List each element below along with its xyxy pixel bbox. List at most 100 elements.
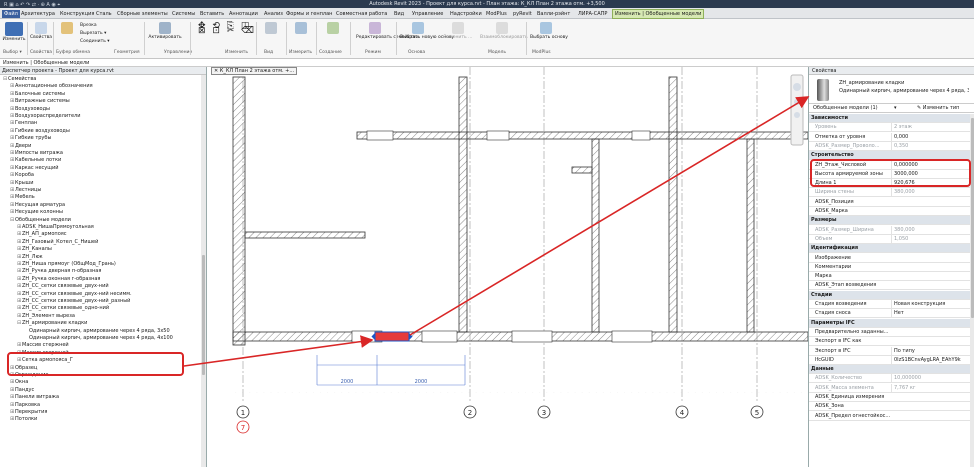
drawing-area[interactable]: 2000 2000 1 2 3 4 5 7	[207, 67, 808, 467]
property-row[interactable]: Предварительно заданны...	[809, 328, 970, 337]
property-row[interactable]: Стадия сносаНет	[809, 309, 970, 318]
tree-item[interactable]: ⊞Воздухораспределители	[10, 113, 81, 120]
tree-item[interactable]: ⊞Короба	[10, 172, 34, 179]
tab-architecture[interactable]: Архитектура	[19, 10, 57, 18]
tree-item[interactable]: ⊞ZH_СС_сетки связевые_двух-ний несимм.	[17, 291, 132, 298]
activate-button[interactable]: Активировать	[148, 22, 182, 40]
tree-item[interactable]: ⊟Обобщенные модели	[10, 217, 71, 224]
edit-family-button[interactable]: Редактировать семейство	[356, 22, 394, 40]
measure-button[interactable]	[290, 22, 312, 35]
tab-manage[interactable]: Управление	[410, 10, 445, 18]
tree-item[interactable]: ⊞Аннотационные обозначения	[10, 83, 93, 90]
tree-item[interactable]: ⊞ZH_Ручка дверная п-образная	[17, 268, 101, 275]
tree-item[interactable]: ⊞Панели витража	[10, 394, 59, 401]
property-row[interactable]: ADSK_Зона	[809, 402, 970, 411]
create-button[interactable]	[322, 22, 344, 35]
tree-item[interactable]: ⊞Двери	[10, 143, 31, 150]
tree-item[interactable]: ⊞Крыши	[10, 180, 34, 187]
property-value[interactable]: 2 этаж	[891, 123, 969, 132]
tree-item[interactable]: ⊞ZH_Газовый_Котел_С_Нишей	[17, 239, 98, 246]
tab-addins[interactable]: Надстройки	[448, 10, 484, 18]
property-row[interactable]: Марка	[809, 272, 970, 281]
floor-plan-canvas[interactable]: 2000 2000 1 2 3 4 5 7	[207, 67, 808, 467]
tab-modify-generic-models[interactable]: Изменить | Обобщенные модели	[612, 9, 704, 19]
property-row[interactable]: ADSK_Предел огнестойкос...	[809, 412, 970, 421]
tree-item[interactable]: ⊞Мебель	[10, 194, 35, 201]
tree-item[interactable]: ⊞Несущие колонны	[10, 209, 63, 216]
tab-view[interactable]: Вид	[392, 10, 406, 18]
tab-precast[interactable]: Сборные элементы	[115, 10, 170, 18]
pick-new-host-button[interactable]: Выбрать новую основу	[400, 22, 436, 40]
property-value[interactable]: 0,350	[891, 142, 969, 151]
selector-dropdown-icon[interactable]: ▾	[894, 105, 897, 111]
property-row[interactable]: IfcGUID0IzS1BCnvAygLRA_EAhY9k	[809, 356, 970, 365]
tree-item[interactable]: ⊞ZH_СС_сетки связевые_двух-ний	[17, 283, 109, 290]
property-row[interactable]: ADSK_Масса элемента7,767 кг	[809, 384, 970, 393]
property-category[interactable]: Данные	[809, 365, 970, 374]
property-category[interactable]: Размеры	[809, 216, 970, 225]
property-category[interactable]: Параметры IFC	[809, 319, 970, 328]
property-row[interactable]: Экспорт в IFC как	[809, 337, 970, 346]
join-button[interactable]: Соединить ▾	[80, 38, 130, 46]
modify-button[interactable]: Изменить	[2, 22, 26, 42]
selected-masonry-reinforcement[interactable]	[375, 332, 409, 341]
project-browser-scrollbar[interactable]	[201, 75, 206, 467]
group-select-label[interactable]: Выбор ▾	[3, 50, 22, 55]
tree-item[interactable]: Одинарный кирпич, армирование через 4 ря…	[24, 335, 173, 342]
tab-pyrevit[interactable]: pyRevit	[511, 10, 534, 18]
tree-item[interactable]: ⊞Потолки	[10, 416, 37, 423]
dimension-value-1[interactable]: 2000	[341, 379, 354, 385]
property-row[interactable]: ADSK_Марка	[809, 207, 970, 216]
view-tab[interactable]: ✕ К_КЛ План 2 этажа отм. +...	[211, 67, 297, 75]
property-category[interactable]: Стадии	[809, 291, 970, 300]
tree-item[interactable]: ⊞Воздуховоды	[10, 106, 50, 113]
family-name[interactable]: ZH_армирование кладки	[839, 80, 904, 86]
tree-item[interactable]: ⊞ZH_СС_сетки связевые_двух-ний_разный	[17, 298, 130, 305]
property-row[interactable]: Отметка от уровня0,000	[809, 133, 970, 142]
tree-item[interactable]: ⊞Балочные системы	[10, 91, 65, 98]
tree-item[interactable]: ⊞Несущая арматура	[10, 202, 65, 209]
tab-collaborate[interactable]: Совместная работа	[334, 10, 389, 18]
property-row[interactable]: ADSK_Этап возведения	[809, 281, 970, 290]
dimension-value-2[interactable]: 2000	[415, 379, 428, 385]
property-row[interactable]: ADSK_Размер_Ширина380,000	[809, 226, 970, 235]
property-row[interactable]: Стадия возведенияНовая конструкция	[809, 300, 970, 309]
property-row[interactable]: Комментарии	[809, 263, 970, 272]
property-category[interactable]: Зависимости	[809, 114, 970, 123]
tree-item[interactable]: ⊞Гибкие трубы	[10, 135, 51, 142]
modify-tools[interactable]: ✥ ⟲ ⎘ ◫⊠ ⊡ ✂ ⌫	[198, 24, 238, 34]
property-value[interactable]: По типу	[891, 347, 969, 356]
cut-button[interactable]: Врезка	[80, 22, 130, 30]
tree-item[interactable]: ⊞ZH_АП_армопояс	[17, 231, 67, 238]
select-host-button[interactable]: Выбрать основу	[530, 22, 562, 40]
tree-item[interactable]: ⊞Генплан	[10, 120, 37, 127]
property-row[interactable]: Изображение	[809, 254, 970, 263]
tree-item[interactable]: ⊞Массив стержней	[17, 342, 69, 349]
property-category[interactable]: Идентификация	[809, 244, 970, 253]
edit-type-button[interactable]: ✎ Изменить тип	[917, 105, 959, 111]
property-row[interactable]: Объем1,050	[809, 235, 970, 244]
tree-item[interactable]: ⊞Окна	[10, 379, 28, 386]
properties-button[interactable]: Свойства	[30, 22, 52, 40]
tree-item[interactable]: ⊞ZH_Ниша прямоуг (ОбщМод_Грань)	[17, 261, 116, 268]
property-row[interactable]: ADSK_Позиция	[809, 198, 970, 207]
tree-item[interactable]: ⊞ZH_СС_сетки связевые_одно-ний	[17, 305, 109, 312]
tab-structure[interactable]: Конструкция	[58, 10, 96, 18]
property-value[interactable]: 0,000	[891, 133, 969, 142]
tree-item[interactable]: ⊞ZH_Элемент выреза	[17, 313, 75, 320]
tab-valli[interactable]: Валли-рэйнт	[535, 10, 572, 18]
tab-massing[interactable]: Формы и генплан	[284, 10, 334, 18]
tree-item[interactable]: Одинарный кирпич, армирование через 4 ря…	[24, 328, 170, 335]
tab-modplus[interactable]: ModPlus	[484, 10, 509, 18]
property-value[interactable]: 10,000000	[891, 374, 969, 383]
tree-item[interactable]: ⊞Импосты витража	[10, 150, 63, 157]
tab-systems[interactable]: Системы	[170, 10, 197, 18]
tree-item[interactable]: ⊞Каркас несущий	[10, 165, 58, 172]
property-row[interactable]: Экспорт в IFCПо типу	[809, 347, 970, 356]
tree-item[interactable]: ⊞Гибкие воздуховоды	[10, 128, 70, 135]
tree-item[interactable]: ⊟ZH_армирование кладки	[17, 320, 87, 327]
scrollbar-thumb[interactable]	[202, 255, 205, 375]
tree-item[interactable]: ⊞ZH_Ручка оконная г-образная	[17, 276, 100, 283]
tab-file[interactable]: Файл	[2, 10, 20, 18]
tree-item[interactable]: ⊞ZH_Каналы	[17, 246, 52, 253]
